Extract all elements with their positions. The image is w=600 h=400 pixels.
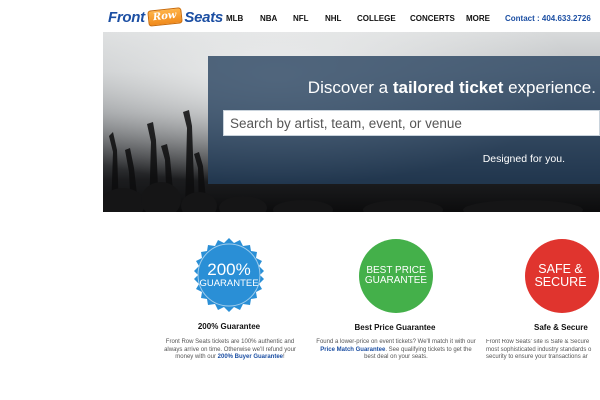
badge-best-price-line2: GUARANTEE (364, 275, 428, 286)
search-input[interactable]: Search by artist, team, event, or venue (223, 110, 600, 136)
feature-desc-200-guarantee: Front Row Seats tickets are 100% authent… (156, 339, 304, 362)
nav-item-nhl[interactable]: NHL (325, 14, 341, 23)
hero-heading-part2: experience. (503, 78, 596, 97)
nav-item-nba[interactable]: NBA (260, 14, 277, 23)
feature-desc-best-price: Found a lower-price on event tickets? We… (316, 339, 476, 362)
logo-word-front: Front (108, 8, 145, 26)
feature-desc-safe-secure: Front Row Seats' site is Safe & Secure m… (486, 339, 600, 363)
desc-200-text-end: ! (283, 354, 285, 361)
hero-overlay-panel: Discover a tailored ticket experience. S… (208, 56, 600, 184)
site-header: Front Row Seats MLB NBA NFL NHL COLLEGE … (0, 0, 600, 32)
nav-item-college[interactable]: COLLEGE (357, 14, 396, 23)
badge-safe-line2: SECURE (534, 275, 587, 289)
feature-title-safe-secure: Safe & Secure (534, 323, 588, 332)
search-placeholder: Search by artist, team, event, or venue (230, 116, 462, 131)
guarantee-200-badge-icon: 200% GUARANTEE (191, 237, 267, 313)
hero-heading-bold: tailored ticket (392, 78, 504, 97)
nav-item-nfl[interactable]: NFL (293, 14, 309, 23)
front-row-seats-logo[interactable]: Front Row Seats (108, 6, 223, 28)
hero-heading-part1: Discover a (307, 78, 393, 97)
best-price-badge-icon: BEST PRICE GUARANTEE (358, 238, 434, 314)
desc-best-price-text: Found a lower-price on event tickets? We… (316, 339, 476, 345)
logo-word-row: Row (147, 7, 183, 27)
safe-secure-badge-icon: SAFE & SECURE (524, 238, 600, 314)
logo-word-seats: Seats (184, 8, 223, 26)
price-match-guarantee-link[interactable]: Price Match Guarantee (320, 347, 385, 353)
buyer-guarantee-link[interactable]: 200% Buyer Guarantee (218, 354, 283, 360)
badge-200-line1: 200% (207, 260, 251, 280)
hero-banner: Discover a tailored ticket experience. S… (103, 32, 600, 212)
contact-phone[interactable]: Contact : 404.633.2726 (505, 14, 591, 23)
hero-heading: Discover a tailored ticket experience. (208, 78, 596, 98)
feature-title-best-price: Best Price Guarantee (354, 323, 436, 332)
nav-item-mlb[interactable]: MLB (226, 14, 243, 23)
nav-item-concerts[interactable]: CONCERTS (410, 14, 455, 23)
badge-200-line2: GUARANTEE (199, 277, 259, 289)
feature-title-200-guarantee: 200% Guarantee (197, 322, 261, 331)
desc-safe-text: Front Row Seats' site is Safe & Secure m… (486, 339, 592, 361)
hero-tagline: Designed for you. (482, 153, 565, 165)
nav-item-more[interactable]: MORE (466, 14, 490, 23)
